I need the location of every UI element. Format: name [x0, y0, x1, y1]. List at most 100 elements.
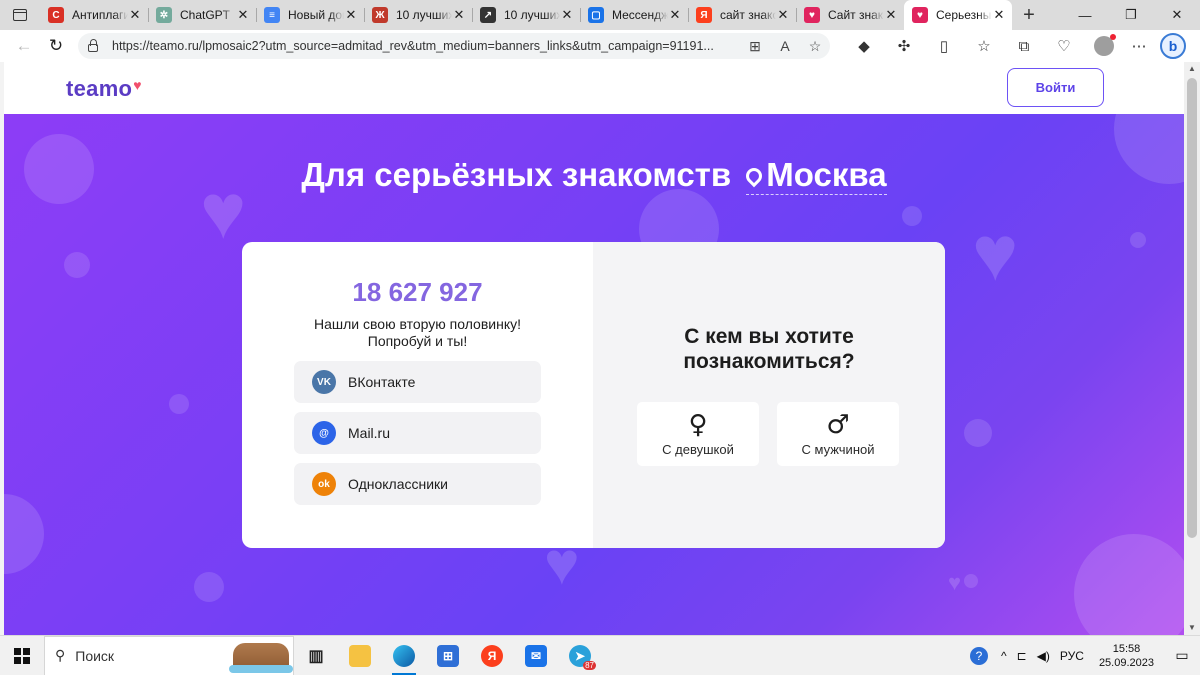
tab-close-icon[interactable]: ✕ — [236, 7, 250, 23]
app-available-icon[interactable]: ⊞ — [740, 38, 770, 55]
tab-actions-icon — [13, 9, 27, 21]
social-login-button[interactable]: VK ВКонтакте — [294, 361, 541, 403]
extension-icon[interactable]: ◆ — [844, 37, 884, 55]
tab-close-icon[interactable]: ✕ — [452, 7, 466, 23]
tab-active[interactable]: ♥ Серьезные знакомства✕ — [904, 0, 1012, 30]
network-icon[interactable]: ⊏ — [1012, 649, 1032, 663]
favorites-icon[interactable]: ☆ — [964, 37, 1004, 55]
favorite-star-icon[interactable]: ☆ — [800, 38, 830, 55]
notifications-icon[interactable]: ▭ — [1164, 647, 1200, 664]
refresh-button[interactable]: ↻ — [40, 32, 72, 60]
telegram-button[interactable]: ➤ 87 — [558, 636, 602, 675]
tab-close-icon[interactable]: ✕ — [884, 7, 898, 23]
start-button[interactable] — [0, 636, 44, 675]
back-button[interactable]: ← — [8, 32, 40, 60]
bing-copilot-icon[interactable]: b — [1160, 33, 1186, 59]
scroll-up-icon[interactable]: ▲ — [1184, 62, 1200, 76]
user-counter: 18 627 927 — [352, 277, 483, 307]
teamo-logo[interactable]: teamo♥ — [66, 76, 142, 102]
choose-male-button[interactable]: ♂ С мужчиной — [777, 402, 899, 466]
tab-close-icon[interactable]: ✕ — [128, 7, 142, 23]
tab-title: Серьезные знакомства — [936, 8, 992, 22]
social-login-label: Одноклассники — [348, 476, 449, 492]
profile-avatar[interactable] — [1094, 34, 1116, 56]
mailru-icon: @ — [312, 421, 336, 445]
choose-female-button[interactable]: ♀ С девушкой — [637, 402, 759, 466]
volume-icon[interactable]: ◀) — [1032, 649, 1055, 663]
browser-tab[interactable]: ♥ Сайт знакомств✕ — [796, 0, 904, 30]
vk-icon: VK — [312, 370, 336, 394]
docs-icon: ≡ — [264, 7, 280, 23]
social-login-button[interactable]: @ Mail.ru — [294, 412, 541, 454]
extensions-puzzle-icon[interactable]: ✣ — [884, 37, 924, 55]
browser-tab[interactable]: C Антиплагиат✕ — [40, 0, 148, 30]
close-window-button[interactable]: ✕ — [1154, 0, 1200, 30]
decor-bubble — [64, 252, 90, 278]
new-tab-button[interactable]: + — [1012, 0, 1046, 30]
read-aloud-icon[interactable]: A — [770, 38, 800, 54]
yandex-icon: Я — [481, 644, 503, 667]
tab-title: Мессенджер — [612, 8, 668, 22]
yandex-button[interactable]: Я — [470, 636, 514, 675]
male-label: С мужчиной — [801, 441, 875, 457]
yandex-icon: Я — [696, 7, 712, 23]
store-icon: ⊞ — [437, 644, 459, 667]
explorer-button[interactable] — [338, 636, 382, 675]
task-view-button[interactable]: ▥ — [294, 636, 338, 675]
scroll-down-icon[interactable]: ▼ — [1184, 621, 1200, 635]
city-selector[interactable]: Москва — [742, 156, 887, 195]
gender-choice-panel: ♀ С девушкой ♂ С мужчиной — [593, 242, 945, 548]
question-line-2: познакомиться? — [683, 350, 855, 373]
question-line-1: С кем вы хотите — [684, 325, 854, 348]
browser-tab[interactable]: ≡ Новый документ✕ — [256, 0, 364, 30]
browser-tab[interactable]: ▢ Мессенджер✕ — [580, 0, 688, 30]
login-button[interactable]: Войти — [1007, 68, 1104, 107]
lock-icon[interactable] — [88, 39, 98, 52]
restore-button[interactable]: ❐ — [1108, 0, 1154, 30]
store-button[interactable]: ⊞ — [426, 636, 470, 675]
tagline: Нашли свою вторую половинку! Попробуй и … — [242, 316, 593, 350]
signup-card: 18 627 927 Нашли свою вторую половинку! … — [242, 242, 945, 548]
tab-close-icon[interactable]: ✕ — [992, 7, 1006, 23]
more-menu-icon[interactable]: ⋯ — [1124, 37, 1154, 55]
address-bar[interactable]: https://teamo.ru/lpmosaic2?utm_source=ad… — [78, 33, 830, 59]
logo-text: teamo — [66, 76, 133, 101]
split-screen-icon[interactable]: ▯ — [924, 37, 964, 55]
tab-close-icon[interactable]: ✕ — [344, 7, 358, 23]
social-login-label: ВКонтакте — [348, 374, 416, 390]
tab-actions-button[interactable] — [0, 0, 40, 30]
browser-tab[interactable]: Ясайт знакомств✕ — [688, 0, 796, 30]
help-icon[interactable]: ? — [969, 646, 988, 665]
tab-title: Сайт знакомств — [828, 8, 884, 22]
tray-overflow-icon[interactable]: ^ — [996, 649, 1012, 663]
telegram-badge: 87 — [583, 660, 596, 670]
browser-tab[interactable]: Ж 10 лучших ✕ — [364, 0, 472, 30]
language-indicator[interactable]: РУС — [1055, 649, 1089, 663]
decor-heart-icon: ♥ — [948, 570, 962, 595]
taskbar-search[interactable]: ⚲ Поиск — [44, 635, 294, 675]
tab-close-icon[interactable]: ✕ — [776, 7, 790, 23]
browser-tab[interactable]: ✲ ChatGPT ✕ — [148, 0, 256, 30]
hero-title: Для серьёзных знакомств Москва — [4, 156, 1184, 195]
search-placeholder: Поиск — [75, 647, 115, 664]
browser-essentials-icon[interactable]: ♡ — [1044, 37, 1084, 55]
edge-icon — [393, 644, 415, 667]
clock[interactable]: 15:58 25.09.2023 — [1089, 642, 1164, 670]
url-text[interactable]: https://teamo.ru/lpmosaic2?utm_source=ad… — [112, 39, 740, 53]
address-bar-row: ← ↻ https://teamo.ru/lpmosaic2?utm_sourc… — [0, 30, 1200, 62]
decor-bubble — [194, 572, 224, 602]
tab-close-icon[interactable]: ✕ — [560, 7, 574, 23]
hero-section: ♥ ♥ ♥ ♥ Для серьёзных знакомств Москва 1… — [4, 114, 1184, 635]
page-scrollbar[interactable]: ▲ ▼ — [1184, 62, 1200, 635]
female-symbol-icon: ♀ — [688, 409, 708, 440]
tab-close-icon[interactable]: ✕ — [668, 7, 682, 23]
edge-button[interactable] — [382, 636, 426, 675]
collections-icon[interactable]: ⧉ — [1004, 38, 1044, 55]
browser-tab[interactable]: ↗ 10 лучших ✕ — [472, 0, 580, 30]
minimize-button[interactable]: — — [1062, 0, 1108, 30]
scroll-thumb[interactable] — [1187, 78, 1197, 538]
system-tray: ? ^ ⊏ ◀) РУС 15:58 25.09.2023 ▭ — [969, 636, 1200, 675]
mail-button[interactable]: ✉ — [514, 636, 558, 675]
social-login-button[interactable]: ok Одноклассники — [294, 463, 541, 505]
decor-bubble — [4, 494, 44, 574]
